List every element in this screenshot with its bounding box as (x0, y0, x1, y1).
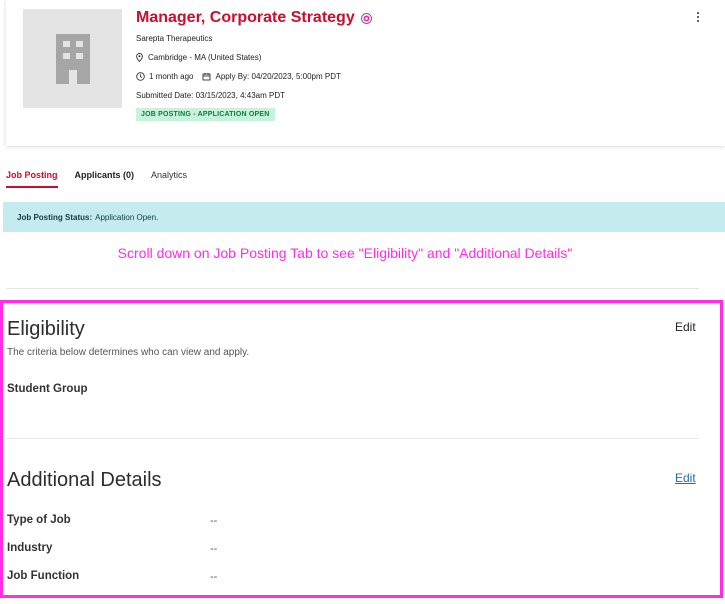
tab-bar: Job Posting Applicants (0) Analytics (6, 170, 187, 188)
job-meta: 1 month ago Apply By: 04/20/2023, 5:00pm… (136, 72, 341, 81)
status-banner-value: Application Open. (95, 212, 159, 222)
tab-analytics[interactable]: Analytics (151, 170, 187, 188)
verified-badge-icon (360, 12, 372, 24)
status-banner-label: Job Posting Status: (17, 212, 93, 222)
eligibility-subtitle: The criteria below determines who can vi… (7, 347, 250, 358)
apply-by-date: Apply By: 04/20/2023, 5:00pm PDT (215, 72, 341, 81)
job-function-value: -- (210, 571, 218, 583)
company-logo (23, 9, 122, 108)
job-function-label: Job Function (7, 570, 80, 582)
section-divider (6, 438, 699, 439)
company-name: Sarepta Therapeutics (136, 34, 213, 43)
location-pin-icon (136, 53, 143, 62)
clock-icon (136, 72, 145, 81)
student-group-label: Student Group (7, 383, 88, 395)
job-title: Manager, Corporate Strategy (136, 9, 372, 27)
job-title-text: Manager, Corporate Strategy (136, 9, 355, 26)
highlight-box (0, 300, 723, 598)
scroll-instruction-annotation: Scroll down on Job Posting Tab to see "E… (117, 245, 573, 261)
divider (6, 288, 699, 289)
posted-ago: 1 month ago (149, 72, 194, 81)
location-text: Cambridge - MA (United States) (148, 53, 262, 62)
job-location: Cambridge - MA (United States) (136, 53, 261, 62)
job-header-card: Manager, Corporate Strategy Sarepta Ther… (6, 0, 725, 146)
submitted-date: Submitted Date: 03/15/2023, 4:43am PDT (136, 91, 285, 100)
kebab-menu-icon[interactable] (697, 12, 699, 22)
additional-details-title: Additional Details (7, 469, 162, 491)
job-posting-status-banner: Job Posting Status: Application Open. (3, 202, 725, 232)
calendar-icon (203, 73, 211, 81)
type-of-job-label: Type of Job (7, 514, 71, 526)
eligibility-edit-button[interactable]: Edit (675, 320, 696, 334)
tab-job-posting[interactable]: Job Posting (6, 170, 58, 188)
type-of-job-value: -- (210, 515, 218, 527)
tab-applicants[interactable]: Applicants (0) (75, 170, 135, 188)
additional-details-edit-link[interactable]: Edit (675, 471, 696, 485)
industry-label: Industry (7, 542, 53, 554)
industry-value: -- (210, 543, 218, 555)
eligibility-title: Eligibility (7, 318, 85, 340)
application-status-badge: JOB POSTING - APPLICATION OPEN (136, 108, 275, 121)
building-icon (55, 33, 90, 84)
